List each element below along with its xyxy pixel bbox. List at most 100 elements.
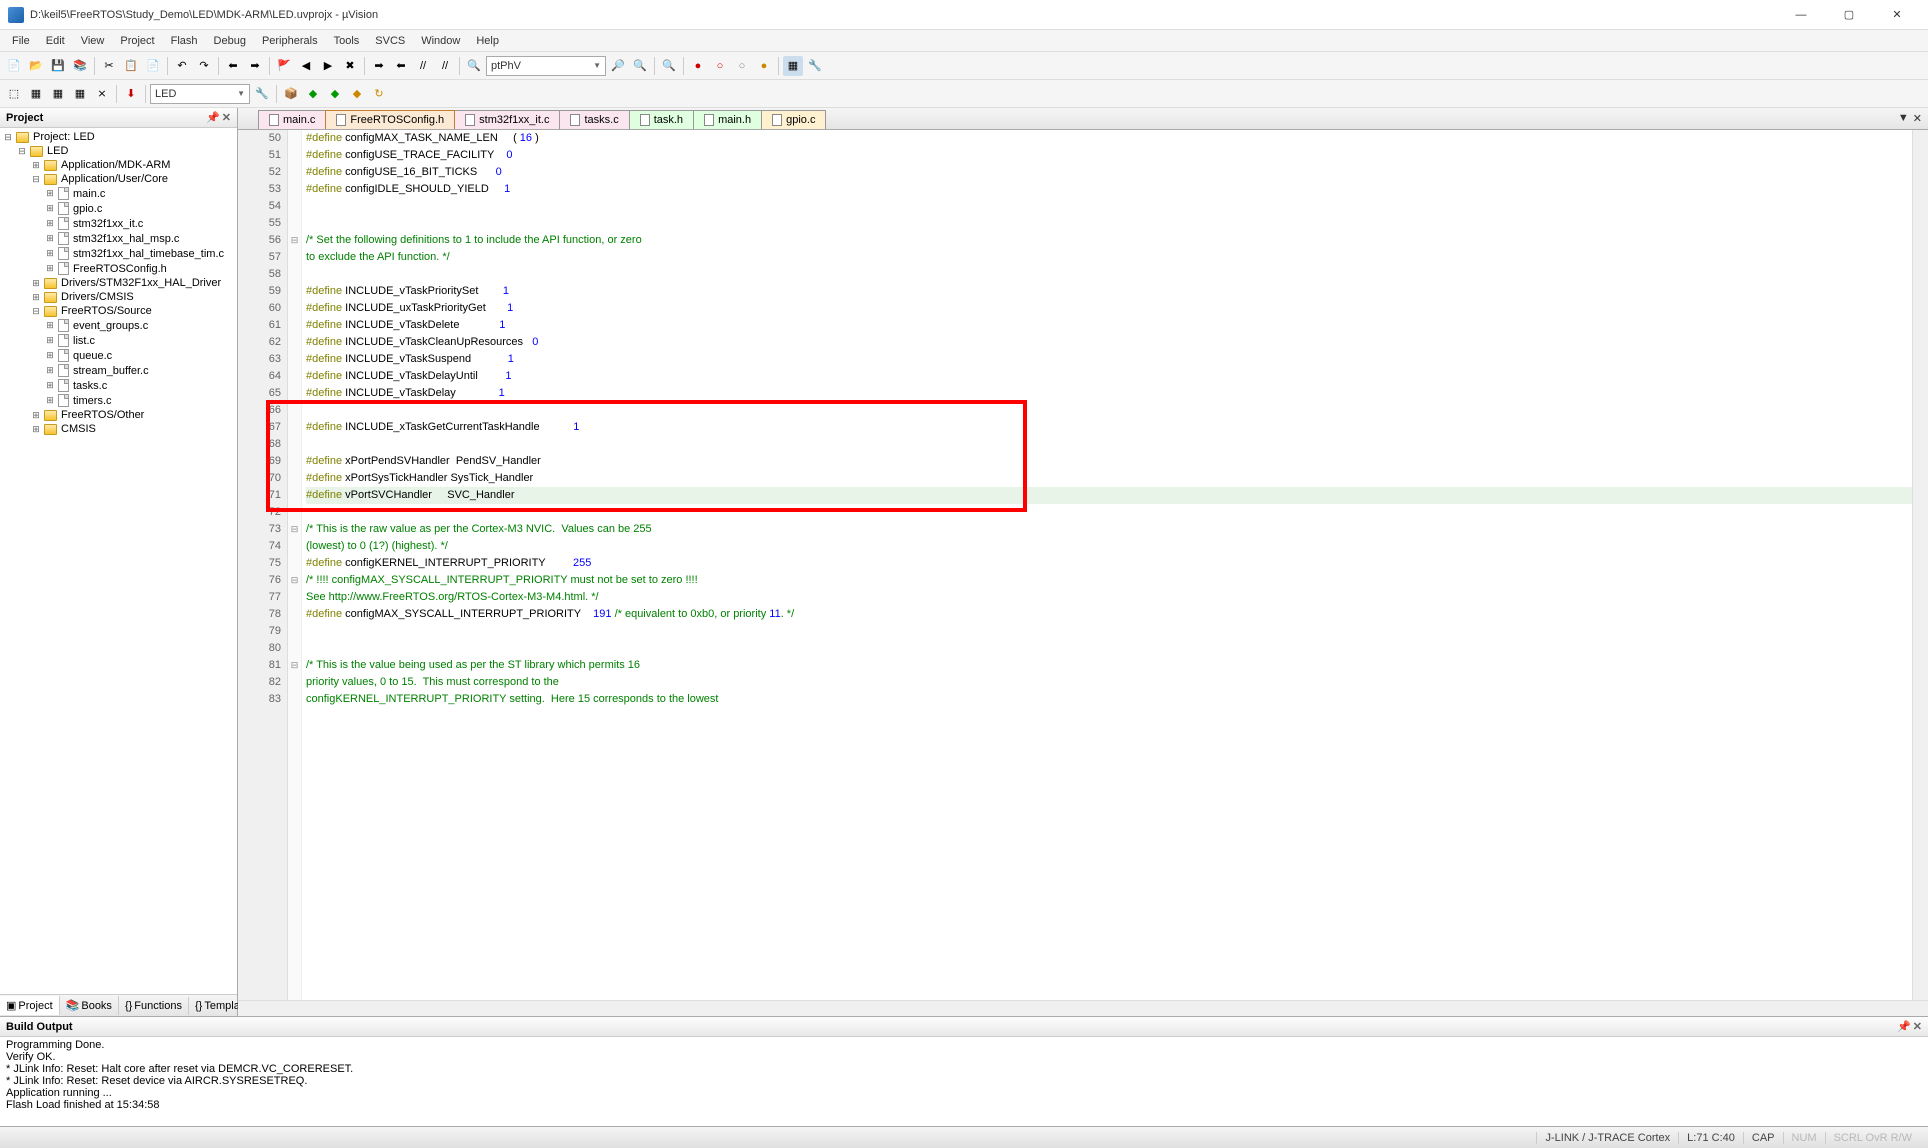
nav-back-icon[interactable]: ⬅	[223, 56, 243, 76]
tree-file[interactable]: ⊞list.c	[2, 333, 235, 348]
rebuild-icon[interactable]: ▦	[48, 84, 68, 104]
panel-pin-icon[interactable]: 📌	[1897, 1020, 1911, 1033]
panel-tab-books[interactable]: 📚Books	[60, 996, 119, 1015]
configure-icon[interactable]: 🔧	[805, 56, 825, 76]
build-icon[interactable]: ▦	[26, 84, 46, 104]
code-content[interactable]: #define configMAX_TASK_NAME_LEN ( 16 )#d…	[302, 130, 1912, 1000]
tree-toggle-icon[interactable]: ⊞	[30, 278, 42, 289]
tree-file[interactable]: ⊞stm32f1xx_hal_msp.c	[2, 231, 235, 246]
tree-file[interactable]: ⊞stm32f1xx_it.c	[2, 216, 235, 231]
breakpoint-kill-icon[interactable]: ●	[754, 56, 774, 76]
panel-close-icon[interactable]: ✕	[222, 111, 231, 124]
tree-file[interactable]: ⊞stream_buffer.c	[2, 363, 235, 378]
tree-toggle-icon[interactable]: ⊞	[44, 380, 56, 391]
editor-scrollbar-h[interactable]	[238, 1000, 1928, 1016]
debug-icon[interactable]: 🔍	[659, 56, 679, 76]
breakpoint-insert-icon[interactable]: ●	[688, 56, 708, 76]
copy-icon[interactable]: 📋	[121, 56, 141, 76]
editor-tab[interactable]: stm32f1xx_it.c	[454, 110, 560, 129]
menu-view[interactable]: View	[73, 32, 113, 50]
translate-icon[interactable]: ⬚	[4, 84, 24, 104]
tree-toggle-icon[interactable]: ⊞	[44, 233, 56, 244]
maximize-button[interactable]: ▢	[1826, 1, 1872, 29]
menu-tools[interactable]: Tools	[326, 32, 368, 50]
tree-toggle-icon[interactable]: ⊟	[30, 306, 42, 317]
undo-icon[interactable]: ↶	[172, 56, 192, 76]
cut-icon[interactable]: ✂	[99, 56, 119, 76]
outdent-icon[interactable]: ⬅	[391, 56, 411, 76]
batch-build-icon[interactable]: ▦	[70, 84, 90, 104]
tree-target[interactable]: ⊟LED	[2, 144, 235, 158]
build-output-content[interactable]: Programming Done.Verify OK.* JLink Info:…	[0, 1037, 1928, 1126]
code-editor[interactable]: 5051525354555657585960616263646566676869…	[238, 130, 1928, 1000]
tree-file[interactable]: ⊞event_groups.c	[2, 318, 235, 333]
tree-toggle-icon[interactable]: ⊟	[2, 132, 14, 143]
tree-toggle-icon[interactable]: ⊞	[30, 292, 42, 303]
tab-dropdown-icon[interactable]: ▼	[1898, 112, 1909, 125]
menu-window[interactable]: Window	[413, 32, 468, 50]
tree-file[interactable]: ⊞stm32f1xx_hal_timebase_tim.c	[2, 246, 235, 261]
tree-project-root[interactable]: ⊟Project: LED	[2, 130, 235, 144]
tree-toggle-icon[interactable]: ⊟	[30, 174, 42, 185]
tree-file[interactable]: ⊞main.c	[2, 186, 235, 201]
save-icon[interactable]: 💾	[48, 56, 68, 76]
manage-icon[interactable]: 📦	[281, 84, 301, 104]
menu-debug[interactable]: Debug	[206, 32, 254, 50]
editor-tab[interactable]: gpio.c	[761, 110, 826, 129]
tree-group[interactable]: ⊞CMSIS	[2, 422, 235, 436]
tree-toggle-icon[interactable]: ⊟	[16, 146, 28, 157]
editor-tab[interactable]: FreeRTOSConfig.h	[325, 110, 455, 129]
tree-file[interactable]: ⊞queue.c	[2, 348, 235, 363]
find-icon[interactable]: 🔍	[464, 56, 484, 76]
comment-icon[interactable]: //	[413, 56, 433, 76]
select-pack-icon[interactable]: ◆	[325, 84, 345, 104]
minimize-button[interactable]: —	[1778, 1, 1824, 29]
editor-tab[interactable]: main.c	[258, 110, 326, 129]
tree-toggle-icon[interactable]: ⊞	[30, 160, 42, 171]
tree-group[interactable]: ⊞Application/MDK-ARM	[2, 158, 235, 172]
nav-fwd-icon[interactable]: ➡	[245, 56, 265, 76]
incremental-find-icon[interactable]: 🔍	[630, 56, 650, 76]
tree-group[interactable]: ⊞Drivers/CMSIS	[2, 290, 235, 304]
menu-flash[interactable]: Flash	[163, 32, 206, 50]
breakpoint-enable-icon[interactable]: ○	[710, 56, 730, 76]
tree-toggle-icon[interactable]: ⊞	[44, 335, 56, 346]
paste-icon[interactable]: 📄	[143, 56, 163, 76]
menu-file[interactable]: File	[4, 32, 38, 50]
tree-group[interactable]: ⊞FreeRTOS/Other	[2, 408, 235, 422]
tree-toggle-icon[interactable]: ⊞	[44, 263, 56, 274]
editor-scrollbar-v[interactable]	[1912, 130, 1928, 1000]
window-icon[interactable]: ▦	[783, 56, 803, 76]
editor-tab[interactable]: main.h	[693, 110, 762, 129]
bookmark-icon[interactable]: 🚩	[274, 56, 294, 76]
tree-file[interactable]: ⊞gpio.c	[2, 201, 235, 216]
tree-toggle-icon[interactable]: ⊞	[44, 320, 56, 331]
tree-toggle-icon[interactable]: ⊞	[44, 218, 56, 229]
uncomment-icon[interactable]: //	[435, 56, 455, 76]
tab-close-icon[interactable]: ✕	[1913, 112, 1922, 125]
tree-toggle-icon[interactable]: ⊞	[44, 350, 56, 361]
new-icon[interactable]: 📄	[4, 56, 24, 76]
panel-pin-icon[interactable]: 📌	[206, 111, 220, 124]
pack-installer-icon[interactable]: ◆	[347, 84, 367, 104]
tree-toggle-icon[interactable]: ⊞	[44, 395, 56, 406]
tree-group[interactable]: ⊟Application/User/Core	[2, 172, 235, 186]
reload-icon[interactable]: ↻	[369, 84, 389, 104]
tree-file[interactable]: ⊞FreeRTOSConfig.h	[2, 261, 235, 276]
tree-group[interactable]: ⊞Drivers/STM32F1xx_HAL_Driver	[2, 276, 235, 290]
bookmark-clear-icon[interactable]: ✖	[340, 56, 360, 76]
menu-svcs[interactable]: SVCS	[367, 32, 413, 50]
editor-tab[interactable]: task.h	[629, 110, 694, 129]
tree-group[interactable]: ⊟FreeRTOS/Source	[2, 304, 235, 318]
save-all-icon[interactable]: 📚	[70, 56, 90, 76]
menu-edit[interactable]: Edit	[38, 32, 73, 50]
tree-toggle-icon[interactable]: ⊞	[30, 410, 42, 421]
tree-toggle-icon[interactable]: ⊞	[44, 365, 56, 376]
indent-icon[interactable]: ➡	[369, 56, 389, 76]
menu-project[interactable]: Project	[112, 32, 162, 50]
tree-toggle-icon[interactable]: ⊞	[44, 203, 56, 214]
panel-tab-project[interactable]: ▣Project	[0, 996, 60, 1015]
fold-column[interactable]: ⊟⊟⊟⊟	[288, 130, 302, 1000]
manage-rte-icon[interactable]: ◆	[303, 84, 323, 104]
target-dropdown[interactable]: LED ▼	[150, 84, 250, 104]
